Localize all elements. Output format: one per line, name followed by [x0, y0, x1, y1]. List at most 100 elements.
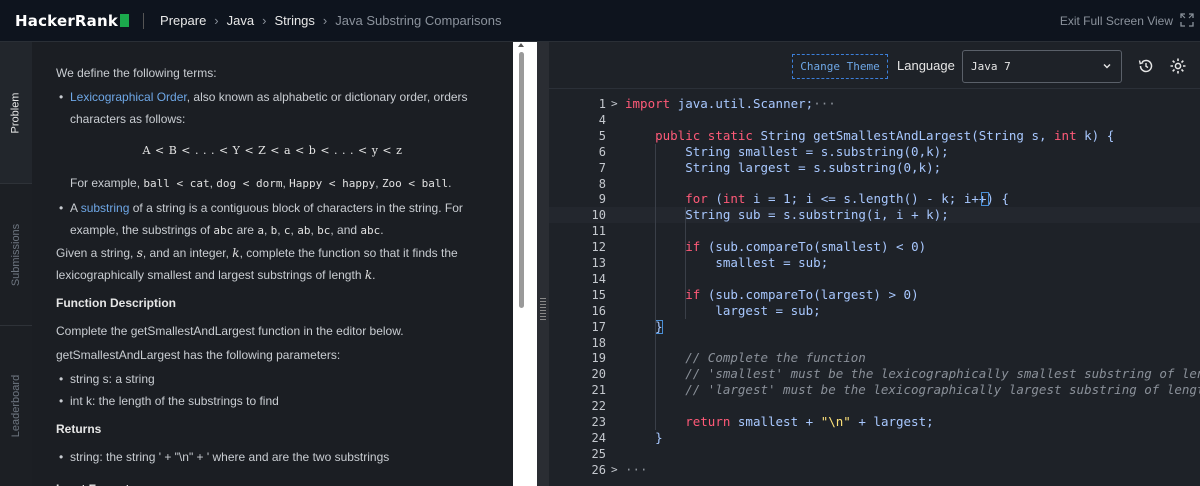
line-number: 9 — [598, 192, 606, 207]
top-bar: HackerRank Prepare › Java › Strings › Ja… — [0, 0, 1200, 42]
chevron-right-icon: › — [262, 13, 267, 28]
logo-text: HackerRank — [15, 11, 119, 30]
code-line[interactable]: 9 for (int i = 1; i <= s.length() - k; i… — [549, 191, 1200, 207]
code-line[interactable]: 14 — [549, 271, 1200, 287]
tab-submissions-label: Submissions — [10, 223, 23, 286]
code-line[interactable]: 24 } — [549, 430, 1200, 446]
line-number: 11 — [591, 224, 606, 239]
vertical-tabs: Problem Submissions Leaderboard — [0, 42, 32, 486]
code-line[interactable]: 20 // 'smallest' must be the lexicograph… — [549, 366, 1200, 382]
code-text: String sub = s.substring(i, i + k); — [685, 207, 949, 223]
code-text: ··· — [625, 461, 648, 477]
code-line[interactable]: 21 // 'largest' must be the lexicographi… — [549, 382, 1200, 398]
code-line[interactable]: 26 > ··· — [549, 462, 1200, 478]
resize-handle[interactable] — [537, 42, 549, 486]
line-number: 25 — [591, 446, 606, 461]
code-sub: b — [270, 224, 278, 237]
scroll-up-icon[interactable] — [518, 43, 524, 47]
line-number: 8 — [598, 176, 606, 191]
chevron-right-icon: › — [322, 13, 328, 28]
fold-chevron-icon[interactable]: > — [611, 96, 621, 112]
grip-icon[interactable] — [540, 298, 546, 322]
code-editor[interactable]: 1 > import java.util.Scanner;··· 4 5 public … — [549, 90, 1200, 486]
code-text: // Complete the function — [685, 350, 866, 366]
code-line[interactable]: 8 — [549, 176, 1200, 192]
history-icon[interactable] — [1137, 57, 1155, 75]
chevron-down-icon — [1103, 64, 1111, 69]
code-text: if (sub.compareTo(largest) > 0) — [685, 286, 919, 302]
breadcrumb-prepare[interactable]: Prepare — [160, 13, 206, 28]
line-number: 15 — [591, 287, 606, 302]
tab-submissions[interactable]: Submissions — [0, 184, 32, 325]
line-number: 22 — [591, 399, 606, 414]
line-number: 10 — [591, 208, 606, 223]
substring-link[interactable]: substring — [81, 201, 130, 215]
code-line[interactable]: 10 String sub = s.substring(i, i + k); — [549, 207, 1200, 224]
hackerrank-logo[interactable]: HackerRank — [15, 11, 130, 30]
lexicographical-order-link[interactable]: Lexicographical Order — [70, 90, 187, 104]
param-item: int k: the length of the substrings to f… — [56, 390, 489, 412]
substring-are: are — [233, 223, 258, 237]
code-line[interactable]: 16 largest = sub; — [549, 303, 1200, 319]
code-line[interactable]: 6 String smallest = s.substring(0,k); — [549, 144, 1200, 160]
list-item: A substring of a string is a contiguous … — [56, 197, 489, 242]
problem-panel: We define the following terms: Lexicogra… — [32, 42, 513, 486]
breadcrumb-current: Java Substring Comparisons — [335, 13, 502, 28]
code-line[interactable]: 12 if (sub.compareTo(smallest) < 0) — [549, 239, 1200, 255]
code-line[interactable]: 1 > import java.util.Scanner;··· — [549, 96, 1200, 112]
code-line[interactable]: 15 if (sub.compareTo(largest) > 0) — [549, 287, 1200, 303]
language-select[interactable]: Java 7 — [962, 50, 1122, 83]
code-sub: bc — [317, 224, 331, 237]
indent-guide — [685, 207, 686, 319]
chevron-right-icon: › — [214, 13, 219, 28]
tab-leaderboard[interactable]: Leaderboard — [0, 326, 32, 486]
breadcrumb-java[interactable]: Java — [227, 13, 254, 28]
code-line[interactable]: 23 return smallest + "\n" + largest; — [549, 414, 1200, 430]
exit-full-screen-link[interactable]: Exit Full Screen View — [1060, 14, 1173, 28]
code-line[interactable]: 13 smallest = sub; — [549, 255, 1200, 271]
returns-heading: Returns — [56, 422, 102, 436]
line-number: 17 — [591, 319, 606, 334]
list-item: Lexicographical Order, also known as alp… — [56, 86, 489, 130]
math-k: k — [232, 246, 240, 260]
given-part: . — [372, 268, 376, 282]
fold-chevron-icon[interactable]: > — [611, 462, 621, 478]
logo-mark — [120, 14, 130, 27]
code-text: import java.util.Scanner;··· — [625, 96, 836, 111]
order-formula: A < B < . . . < Y < Z < a < b < . . . < … — [142, 144, 403, 157]
param-item: string s: a string — [56, 368, 489, 390]
code-line[interactable]: 7 String largest = s.substring(0,k); — [549, 160, 1200, 176]
line-number: 23 — [591, 415, 606, 429]
given-part: Given a string, — [56, 246, 137, 260]
code-text: // 'largest' must be the lexicographical… — [685, 382, 1200, 398]
line-number: 18 — [591, 335, 606, 350]
change-theme-button[interactable]: Change Theme — [792, 54, 888, 79]
code-text: public static String getSmallestAndLarge… — [655, 127, 1115, 143]
code-line[interactable]: 17 } — [549, 319, 1200, 335]
input-format-heading: Input Format — [56, 478, 489, 486]
example-text: For example, ball < cat, dog < dorm, Hap… — [70, 176, 452, 190]
problem-scrollbar[interactable] — [516, 42, 526, 486]
gear-icon[interactable] — [1169, 57, 1187, 75]
expand-icon[interactable] — [1180, 13, 1194, 27]
breadcrumb-strings[interactable]: Strings — [274, 13, 314, 28]
code-line[interactable]: 18 — [549, 335, 1200, 351]
tab-problem[interactable]: Problem — [0, 42, 32, 183]
code-text: // 'smallest' must be the lexicographica… — [685, 366, 1200, 382]
line-number: 20 — [591, 367, 606, 382]
line-number: 14 — [591, 271, 606, 286]
code-text: String largest = s.substring(0,k); — [685, 159, 942, 175]
complete-text: Complete the getSmallestAndLargest funct… — [56, 324, 404, 338]
code-sub: a — [257, 224, 264, 237]
code-line[interactable]: 11 — [549, 223, 1200, 239]
code-line[interactable]: 25 — [549, 446, 1200, 462]
code-line[interactable]: 22 — [549, 398, 1200, 414]
code-line[interactable]: 4 — [549, 112, 1200, 128]
tab-leaderboard-label: Leaderboard — [10, 374, 23, 438]
code-line[interactable]: 19 // Complete the function — [549, 350, 1200, 366]
line-number: 4 — [598, 112, 606, 127]
code-text: return smallest + "\n" + largest; — [685, 414, 934, 429]
line-number: 5 — [598, 128, 606, 143]
code-line[interactable]: 5 public static String getSmallestAndLar… — [549, 128, 1200, 144]
scrollbar-thumb[interactable] — [519, 52, 524, 308]
